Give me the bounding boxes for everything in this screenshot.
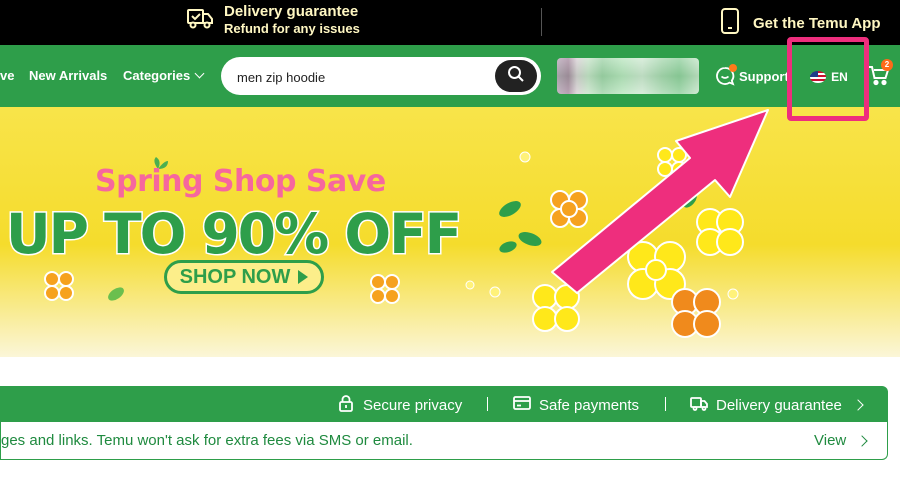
trust-item-safe-payments[interactable]: Safe payments (513, 394, 639, 416)
safety-notice: ges and links. Temu won't ask for extra … (0, 422, 888, 460)
trust-label: Safe payments (539, 396, 640, 414)
delivery-truck-icon (690, 394, 716, 416)
shop-now-button[interactable]: SHOP NOW (164, 260, 324, 294)
trust-label: Secure privacy (363, 396, 463, 414)
delivery-truck-icon (186, 4, 224, 37)
shop-now-label: SHOP NOW (179, 265, 291, 288)
delivery-guarantee-promo[interactable]: Delivery guarantee Refund for any issues (186, 3, 360, 37)
trust-item-secure-privacy[interactable]: Secure privacy (337, 394, 462, 416)
notification-dot (729, 64, 737, 72)
banner-headline: Spring Shop Save (95, 164, 386, 199)
search-box (221, 57, 541, 95)
promo-bar: Delivery guarantee Refund for any issues… (0, 0, 900, 45)
chevron-down-icon (194, 68, 205, 79)
delivery-guarantee-title: Delivery guarantee (224, 3, 359, 20)
trust-bar: Secure privacy Safe payments Delivery gu… (0, 386, 888, 422)
search-icon (507, 65, 525, 88)
support-label: Support (739, 68, 789, 84)
cart-icon (868, 66, 890, 90)
trust-label: Delivery guarantee (716, 396, 842, 414)
chevron-right-icon (856, 434, 868, 447)
chevron-right-icon (852, 399, 864, 411)
credit-card-icon (513, 394, 539, 416)
nav-item-categories[interactable]: Categories (123, 68, 205, 83)
phone-icon (719, 8, 753, 38)
trust-item-delivery-guarantee[interactable]: Delivery guarantee (690, 394, 864, 416)
trust-separator (665, 397, 666, 411)
trust-separator (487, 397, 488, 411)
get-app-label: Get the Temu App (753, 14, 881, 32)
support-link[interactable]: Support (715, 64, 789, 86)
delivery-guarantee-subtitle: Refund for any issues (224, 21, 360, 36)
support-chat-icon (715, 64, 737, 86)
view-label: View (814, 432, 847, 449)
get-app-link[interactable]: Get the Temu App (719, 8, 881, 38)
cart-button[interactable]: 2 (868, 59, 893, 91)
main-nav: ve New Arrivals Categories Support EN (0, 45, 900, 107)
cart-count-badge: 2 (881, 59, 893, 71)
search-input[interactable] (235, 66, 499, 88)
banner-offer: UP TO 90% OFF (4, 201, 463, 268)
notice-view-link[interactable]: View (814, 432, 868, 449)
account-area-blurred[interactable] (557, 58, 699, 94)
search-button[interactable] (495, 60, 537, 92)
categories-label: Categories (123, 68, 191, 83)
language-highlight-box (787, 37, 869, 121)
promo-banner[interactable]: Spring Shop Save UP TO 90% OFF SHOP NOW (0, 107, 900, 357)
notice-text: ges and links. Temu won't ask for extra … (1, 432, 413, 449)
nav-item-new-arrivals[interactable]: New Arrivals (29, 68, 107, 83)
play-arrow-icon (298, 270, 309, 284)
nav-item-partial[interactable]: ve (0, 68, 14, 83)
promo-divider (541, 8, 542, 36)
lock-icon (337, 394, 363, 416)
